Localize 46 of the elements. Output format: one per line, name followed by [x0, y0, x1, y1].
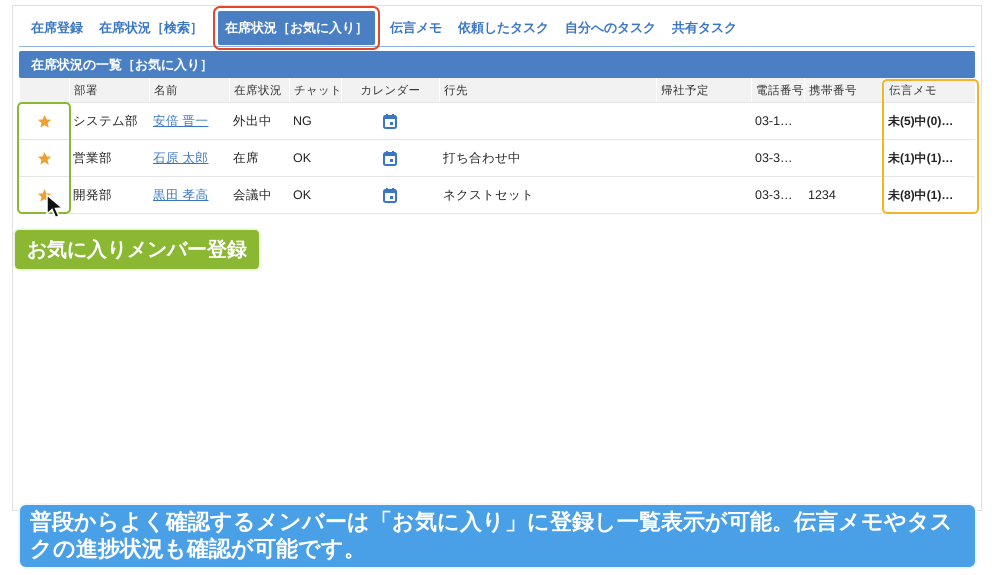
table-cell-text: 未(5)中(0)…: [887, 112, 954, 130]
table-cell-text: 03-3…: [754, 151, 794, 165]
caption-banner: 普段からよく確認するメンバーは「お気に入り」に登録し一覧表示が可能。伝言メモやタスクの進捗状況も確認が可能です。: [18, 503, 977, 569]
tab[interactable]: 自分へのタスク: [557, 13, 664, 43]
table-cell-text: システム部: [72, 112, 139, 130]
tab[interactable]: 在席登録: [23, 13, 91, 43]
column-header: 部署: [69, 78, 149, 102]
tab[interactable]: 在席状況［お気に入り］: [218, 11, 375, 45]
table-cell-text: 1234: [807, 188, 837, 202]
table-cell-text: OK: [292, 188, 312, 202]
table-cell-text: 外出中: [232, 112, 273, 130]
name-link[interactable]: 石原 太郎: [153, 150, 208, 164]
tab[interactable]: 共有タスク: [664, 13, 745, 43]
column-header: 在席状況: [229, 78, 289, 102]
column-header: 伝言メモ: [884, 78, 981, 102]
table-cell-text: 未(1)中(1)…: [887, 150, 954, 166]
table-cell-text: 打ち合わせ中: [442, 150, 522, 166]
calendar-icon[interactable]: [383, 150, 397, 166]
table-cell-text: 03-3…: [754, 188, 794, 202]
table-cell-text: 未(8)中(1)…: [887, 186, 954, 204]
tab[interactable]: 在席状況［検索］: [91, 13, 211, 43]
tab[interactable]: 伝言メモ: [382, 13, 450, 43]
table-cell-text: 会議中: [232, 186, 273, 204]
column-header: 名前: [149, 78, 229, 102]
calendar-icon[interactable]: [383, 188, 397, 202]
name-link[interactable]: 安倍 晋一: [153, 114, 208, 128]
table-cell-text: OK: [292, 151, 312, 165]
column-header: 電話番号: [751, 78, 804, 102]
column-header: 帰社予定: [656, 78, 751, 102]
star-icon[interactable]: [36, 150, 52, 166]
table-cell-text: 在席: [232, 150, 260, 166]
calendar-icon[interactable]: [383, 114, 397, 128]
panel-header: 在席状況の一覧［お気に入り］: [19, 51, 975, 78]
tab[interactable]: 依頼したタスク: [450, 13, 557, 43]
star-icon[interactable]: [36, 114, 52, 128]
callout-label: お気に入りメンバー登録: [13, 228, 261, 271]
table-cell-text: 開発部: [72, 186, 113, 204]
column-header: 携帯番号: [804, 78, 884, 102]
table-cell-text: 営業部: [72, 150, 113, 166]
table-cell-text: 03-1…: [754, 114, 794, 128]
column-header: チャット: [289, 78, 341, 102]
table-cell-text: NG: [292, 114, 313, 128]
table-cell-text: ネクストセット: [442, 186, 535, 204]
column-header: 行先: [439, 78, 656, 102]
name-link[interactable]: 黒田 孝高: [153, 188, 208, 202]
column-header: カレンダー: [341, 78, 439, 102]
